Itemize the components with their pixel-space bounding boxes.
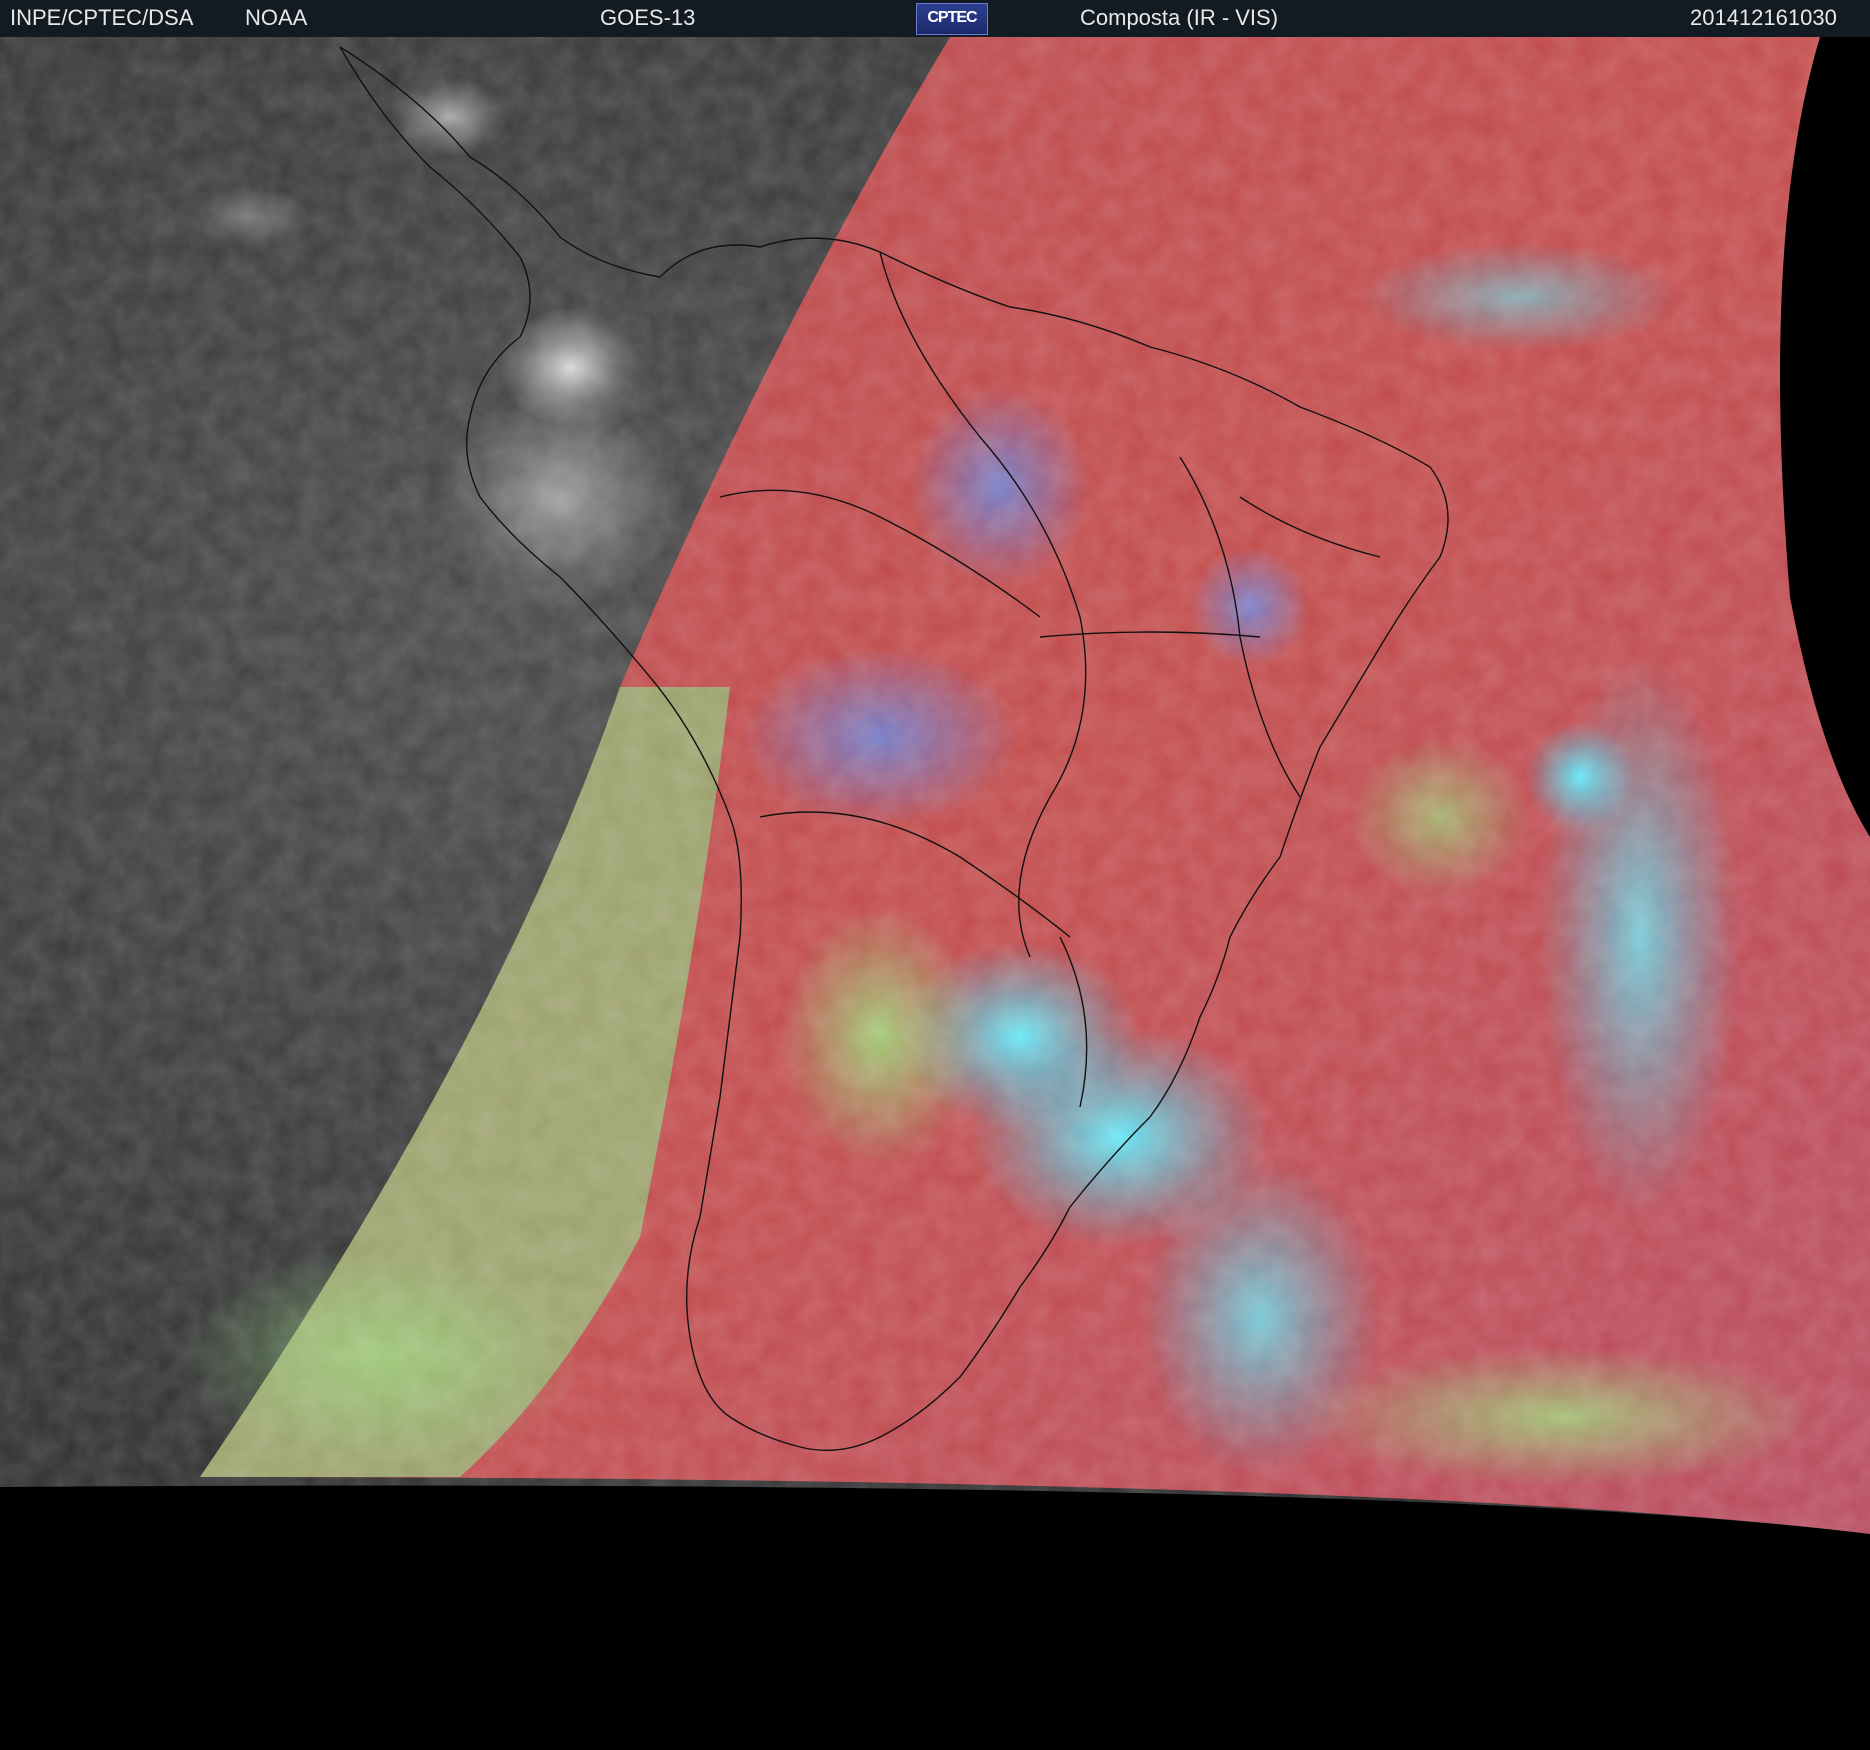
satellite-image [0,37,1870,1750]
header-bar: INPE/CPTEC/DSA NOAA GOES-13 CPTEC Compos… [0,0,1870,37]
timestamp-label: 201412161030 [1690,5,1837,30]
agency-label: NOAA [245,5,308,30]
product-label: Composta (IR - VIS) [1080,5,1279,30]
organization-label: INPE/CPTEC/DSA [10,5,194,30]
satellite-label: GOES-13 [600,5,696,30]
cptec-logo-icon: CPTEC [916,3,988,35]
cloud-texture [0,37,1870,1534]
